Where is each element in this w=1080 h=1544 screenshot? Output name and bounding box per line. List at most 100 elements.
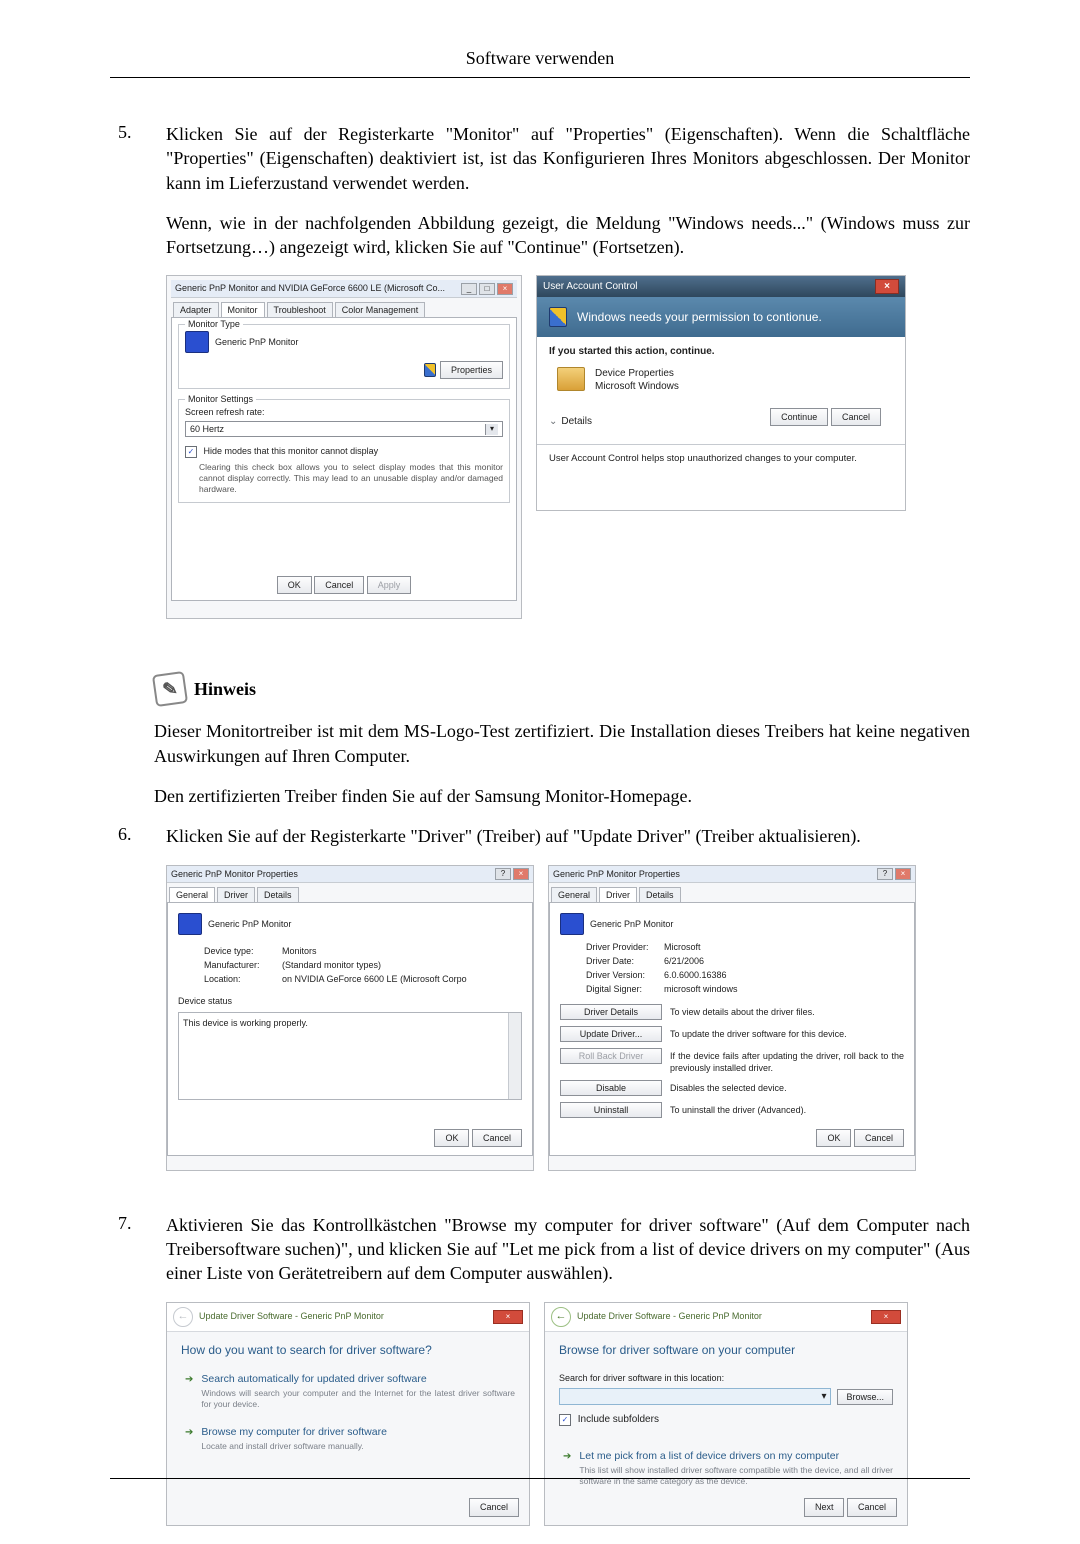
cancel-button[interactable]: Cancel	[831, 408, 881, 426]
chevron-down-icon: ▾	[485, 424, 498, 435]
help-button[interactable]: ?	[495, 868, 511, 880]
disable-desc: Disables the selected device.	[670, 1080, 904, 1094]
help-button[interactable]: ?	[877, 868, 893, 880]
tab-details[interactable]: Details	[257, 887, 299, 902]
shield-icon	[549, 307, 567, 327]
close-button[interactable]: ×	[875, 279, 899, 294]
update-driver-wizard-search: ← Update Driver Software - Generic PnP M…	[166, 1302, 530, 1526]
apply-button[interactable]: Apply	[367, 576, 412, 594]
option-heading: Browse my computer for driver software	[201, 1425, 387, 1439]
option-heading: Let me pick from a list of device driver…	[579, 1449, 893, 1463]
disable-button[interactable]: Disable	[560, 1080, 662, 1096]
steps-list: 5. Klicken Sie auf der Registerkarte "Mo…	[110, 122, 970, 637]
cancel-button[interactable]: Cancel	[854, 1129, 904, 1147]
driver-date-value: 6/21/2006	[664, 955, 908, 967]
ok-button[interactable]: OK	[434, 1129, 469, 1147]
close-button[interactable]: ×	[493, 1310, 523, 1324]
include-subfolders-checkbox[interactable]: ✓	[559, 1414, 571, 1426]
browse-button[interactable]: Browse...	[837, 1389, 893, 1405]
update-driver-button[interactable]: Update Driver...	[560, 1026, 662, 1042]
step-6: 6. Klicken Sie auf der Registerkarte "Dr…	[110, 824, 970, 1188]
note-icon: ✎	[152, 671, 188, 707]
titlebar: User Account Control ×	[537, 276, 905, 297]
tab-panel: Monitor Type Generic PnP Monitor Pro	[171, 317, 517, 601]
manufacturer-value: (Standard monitor types)	[282, 959, 526, 971]
uac-footer-text: User Account Control helps stop unauthor…	[537, 444, 905, 474]
step-body: Klicken Sie auf der Registerkarte "Drive…	[166, 824, 970, 1188]
footer-rule	[110, 1478, 970, 1479]
path-combobox[interactable]: ▾	[559, 1388, 831, 1406]
chevron-down-icon: ⌄	[549, 415, 557, 429]
arrow-icon: ➔	[185, 1426, 193, 1452]
uninstall-button[interactable]: Uninstall	[560, 1102, 662, 1118]
close-button[interactable]: ×	[497, 283, 513, 295]
hinweis-paragraph2: Den zertifizierten Treiber finden Sie au…	[154, 784, 970, 808]
details-toggle[interactable]: Details	[561, 415, 592, 429]
ok-button[interactable]: OK	[816, 1129, 851, 1147]
group-title: Monitor Type	[185, 318, 243, 330]
device-type-label: Device type:	[204, 945, 282, 957]
wizard-heading: How do you want to search for driver sof…	[181, 1342, 515, 1358]
device-type-value: Monitors	[282, 945, 526, 957]
driver-details-button[interactable]: Driver Details	[560, 1004, 662, 1020]
driver-date-label: Driver Date:	[586, 955, 664, 967]
manufacturer-label: Manufacturer:	[204, 959, 282, 971]
group-title: Monitor Settings	[185, 393, 256, 405]
step5-paragraph2: Wenn, wie in der nachfolgenden Abbildung…	[166, 211, 970, 260]
tab-troubleshoot[interactable]: Troubleshoot	[267, 302, 333, 317]
cancel-button[interactable]: Cancel	[472, 1129, 522, 1147]
step-number: 7.	[110, 1213, 166, 1544]
hide-modes-checkbox[interactable]: ✓	[185, 446, 197, 458]
step6-screenshots: Generic PnP Monitor Properties ?× Genera…	[166, 865, 970, 1171]
back-arrow-icon[interactable]: ←	[173, 1307, 193, 1327]
hide-modes-note: Clearing this check box allows you to se…	[199, 462, 503, 494]
option-search-automatically[interactable]: ➔ Search automatically for updated drive…	[185, 1372, 515, 1409]
tab-color-management[interactable]: Color Management	[335, 302, 426, 317]
monitor-properties-window: Generic PnP Monitor and NVIDIA GeForce 6…	[166, 275, 522, 619]
tab-general[interactable]: General	[551, 887, 597, 902]
option-let-me-pick[interactable]: ➔ Let me pick from a list of device driv…	[563, 1449, 893, 1486]
driver-provider-value: Microsoft	[664, 941, 908, 953]
option-browse-computer[interactable]: ➔ Browse my computer for driver software…	[185, 1425, 515, 1452]
tab-monitor[interactable]: Monitor	[221, 302, 265, 317]
rollback-driver-button[interactable]: Roll Back Driver	[560, 1048, 662, 1064]
tab-details[interactable]: Details	[639, 887, 681, 902]
ok-button[interactable]: OK	[277, 576, 312, 594]
uac-message: Windows needs your permission to contion…	[577, 309, 822, 325]
tab-driver[interactable]: Driver	[599, 887, 637, 902]
step-number: 5.	[110, 122, 166, 637]
driver-details-desc: To view details about the driver files.	[670, 1004, 904, 1018]
uac-message-band: Windows needs your permission to contion…	[537, 297, 905, 337]
monitor-type-group: Monitor Type Generic PnP Monitor Pro	[178, 324, 510, 389]
monitor-name: Generic PnP Monitor	[590, 918, 673, 930]
titlebar: Generic PnP Monitor Properties ?×	[549, 866, 915, 883]
tab-general[interactable]: General	[169, 887, 215, 902]
back-arrow-icon[interactable]: ←	[551, 1307, 571, 1327]
monitor-icon	[178, 913, 202, 935]
close-button[interactable]: ×	[513, 868, 529, 880]
uac-program-name: Device Properties	[595, 367, 679, 381]
refresh-rate-label: Screen refresh rate:	[185, 406, 503, 418]
window-title: Generic PnP Monitor Properties	[553, 868, 680, 880]
continue-button[interactable]: Continue	[770, 408, 828, 426]
properties-button[interactable]: Properties	[440, 361, 503, 379]
next-button[interactable]: Next	[804, 1498, 845, 1516]
cancel-button[interactable]: Cancel	[847, 1498, 897, 1516]
close-button[interactable]: ×	[895, 868, 911, 880]
refresh-rate-select[interactable]: 60 Hertz ▾	[185, 421, 503, 437]
cancel-button[interactable]: Cancel	[314, 576, 364, 594]
step-number: 6.	[110, 824, 166, 1188]
minimize-button[interactable]: _	[461, 283, 477, 295]
scrollbar[interactable]	[508, 1013, 521, 1099]
step5-screenshots: Generic PnP Monitor and NVIDIA GeForce 6…	[166, 275, 970, 619]
cancel-button[interactable]: Cancel	[469, 1498, 519, 1516]
hide-modes-label: Hide modes that this monitor cannot disp…	[204, 446, 379, 456]
driver-props-general-window: Generic PnP Monitor Properties ?× Genera…	[166, 865, 534, 1171]
uac-program-publisher: Microsoft Windows	[595, 380, 679, 394]
maximize-button[interactable]: □	[479, 283, 495, 295]
option-subtext: This list will show installed driver sof…	[579, 1465, 893, 1486]
tab-driver[interactable]: Driver	[217, 887, 255, 902]
tab-adapter[interactable]: Adapter	[173, 302, 219, 317]
titlebar: Generic PnP Monitor Properties ?×	[167, 866, 533, 883]
close-button[interactable]: ×	[871, 1310, 901, 1324]
